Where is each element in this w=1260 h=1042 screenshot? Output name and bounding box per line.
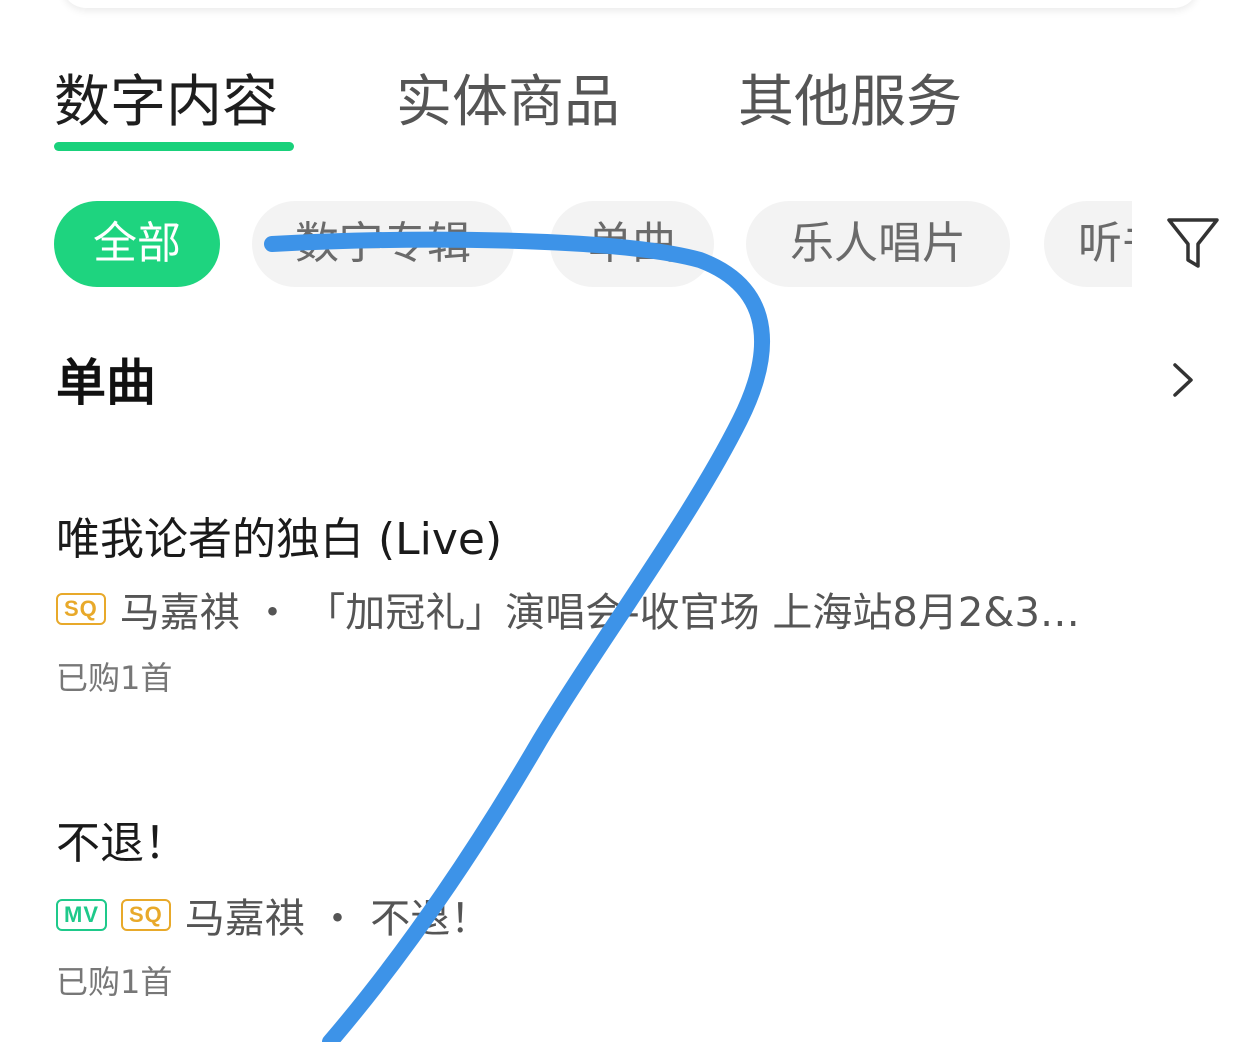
filter-icon[interactable] xyxy=(1164,214,1222,272)
song-meta: SQ 马嘉祺 ・ 「加冠礼」演唱会-收官场 上海站8月2&3… xyxy=(56,584,1196,634)
section-title-singles: 单曲 xyxy=(56,354,156,412)
tab-other-services[interactable]: 其他服务 xyxy=(738,68,962,138)
chip-audiobook[interactable]: 听书 xyxy=(1044,201,1132,287)
song-title[interactable]: 不退！ xyxy=(56,816,188,872)
sq-badge: SQ xyxy=(121,899,171,931)
active-tab-indicator xyxy=(54,142,294,151)
song-meta: MV SQ 马嘉祺 ・ 不退！ xyxy=(56,890,1196,940)
chip-digital-album[interactable]: 数字专辑 xyxy=(252,201,514,287)
tab-physical-goods[interactable]: 实体商品 xyxy=(396,68,620,138)
purchased-count: 已购1首 xyxy=(56,963,173,1001)
chip-single[interactable]: 单曲 xyxy=(550,201,714,287)
chevron-right-icon[interactable] xyxy=(1166,360,1200,400)
song-artist-album: 马嘉祺 ・ 「加冠礼」演唱会-收官场 上海站8月2&3… xyxy=(119,590,1080,634)
chip-musician-record[interactable]: 乐人唱片 xyxy=(746,201,1010,287)
song-artist-album: 马嘉祺 ・ 不退！ xyxy=(184,896,491,940)
chip-all[interactable]: 全部 xyxy=(54,201,220,287)
purchased-content-page: 数字内容 实体商品 其他服务 全部 数字专辑 单曲 乐人唱片 听书 单曲 唯我论… xyxy=(0,0,1260,1042)
tab-digital-content[interactable]: 数字内容 xyxy=(54,68,278,138)
mv-badge: MV xyxy=(56,899,107,931)
sq-badge: SQ xyxy=(56,593,106,625)
song-title[interactable]: 唯我论者的独白 (Live) xyxy=(56,512,502,568)
category-chips: 全部 数字专辑 单曲 乐人唱片 听书 xyxy=(54,201,1132,287)
search-card xyxy=(62,0,1198,8)
purchased-count: 已购1首 xyxy=(56,659,173,697)
